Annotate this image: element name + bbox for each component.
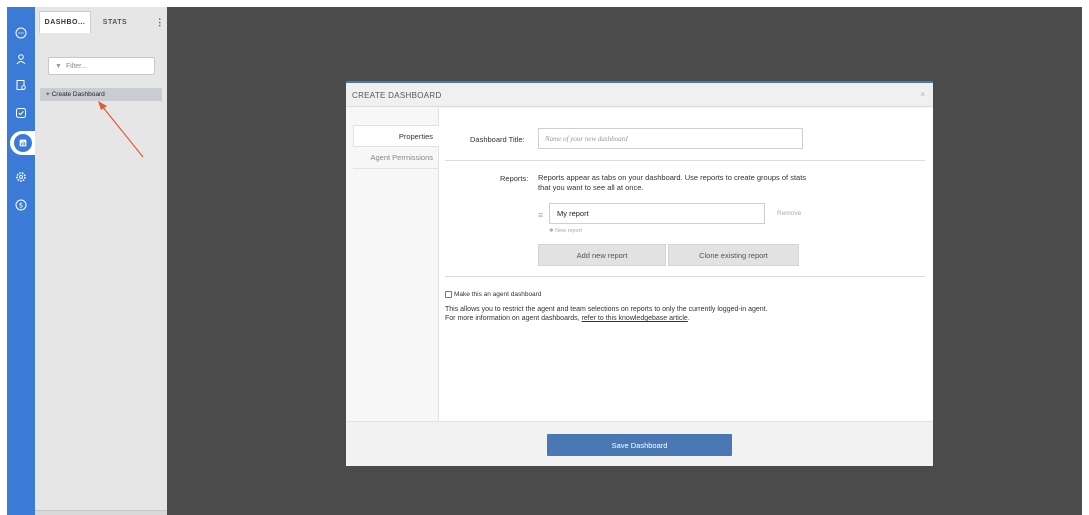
agent-dashboard-option[interactable]: Make this an agent dashboard	[445, 291, 541, 298]
agent-dashboard-checkbox[interactable]	[445, 291, 452, 298]
divider	[445, 276, 925, 277]
chat-icon[interactable]	[7, 23, 35, 43]
remove-report-link[interactable]: Remove	[777, 210, 801, 217]
info-suffix: .	[687, 315, 690, 322]
dashboard-title-label: Dashboard Title:	[470, 135, 525, 144]
agent-dashboard-label[interactable]: Make this an agent dashboard	[454, 291, 541, 298]
drag-handle-icon[interactable]: ≡	[538, 210, 543, 220]
dashboard-title-input[interactable]: Name of your new dashboard	[538, 128, 803, 149]
tab-agent-permissions[interactable]: Agent Permissions	[353, 147, 439, 169]
knowledgebase-link[interactable]: refer to this knowledgebase article	[582, 315, 688, 322]
report-name-input[interactable]: My report	[549, 203, 765, 224]
divider	[445, 160, 925, 161]
report-icon[interactable]	[7, 75, 35, 95]
app-frame: $ DASHBO... STATS ⋮ ▼ Filter... + Create…	[7, 7, 1082, 515]
dashboard-icon[interactable]	[14, 134, 32, 152]
save-dashboard-button[interactable]: Save Dashboard	[547, 434, 732, 456]
annotation-arrow	[98, 101, 144, 158]
info-prefix: For more information on agent dashboards…	[445, 315, 582, 322]
clone-existing-report-button[interactable]: Clone existing report	[668, 244, 799, 266]
info-line-1: This allows you to restrict the agent an…	[445, 306, 768, 313]
add-new-report-button[interactable]: Add new report	[538, 244, 666, 266]
modal-body: Properties Agent Permissions Dashboard T…	[346, 108, 933, 421]
billing-icon[interactable]: $	[7, 195, 35, 215]
sidebar-tabs: DASHBO... STATS ⋮	[39, 11, 165, 33]
tab-stats[interactable]: STATS	[93, 11, 137, 33]
filter-icon: ▼	[55, 62, 62, 70]
user-icon[interactable]	[7, 49, 35, 69]
dashboards-sidebar: DASHBO... STATS ⋮ ▼ Filter... + Create D…	[35, 7, 167, 515]
modal-header: CREATE DASHBOARD ×	[346, 83, 933, 107]
modal-title: CREATE DASHBOARD	[352, 91, 442, 100]
settings-icon[interactable]	[7, 167, 35, 187]
create-dashboard-modal: CREATE DASHBOARD × Properties Agent Perm…	[346, 81, 933, 466]
more-options-icon[interactable]: ⋮	[155, 11, 165, 33]
reports-description: Reports appear as tabs on your dashboard…	[538, 173, 807, 192]
modal-tabs: Properties Agent Permissions	[346, 108, 439, 421]
svg-text:$: $	[19, 202, 23, 210]
agent-dashboard-info: This allows you to restrict the agent an…	[445, 305, 915, 323]
tab-properties[interactable]: Properties	[353, 125, 439, 147]
check-icon[interactable]	[7, 103, 35, 123]
new-report-tag: ✱ New report	[549, 228, 583, 234]
icon-rail: $	[7, 7, 35, 515]
modal-footer: Save Dashboard	[346, 421, 933, 466]
close-icon[interactable]: ×	[920, 90, 925, 99]
filter-placeholder: Filter...	[65, 62, 87, 70]
tab-dashboards[interactable]: DASHBO...	[39, 11, 91, 33]
sidebar-footer	[35, 510, 167, 515]
info-line-2: For more information on agent dashboards…	[445, 314, 915, 323]
reports-label: Reports:	[500, 174, 529, 183]
filter-input[interactable]: ▼ Filter...	[48, 57, 155, 75]
